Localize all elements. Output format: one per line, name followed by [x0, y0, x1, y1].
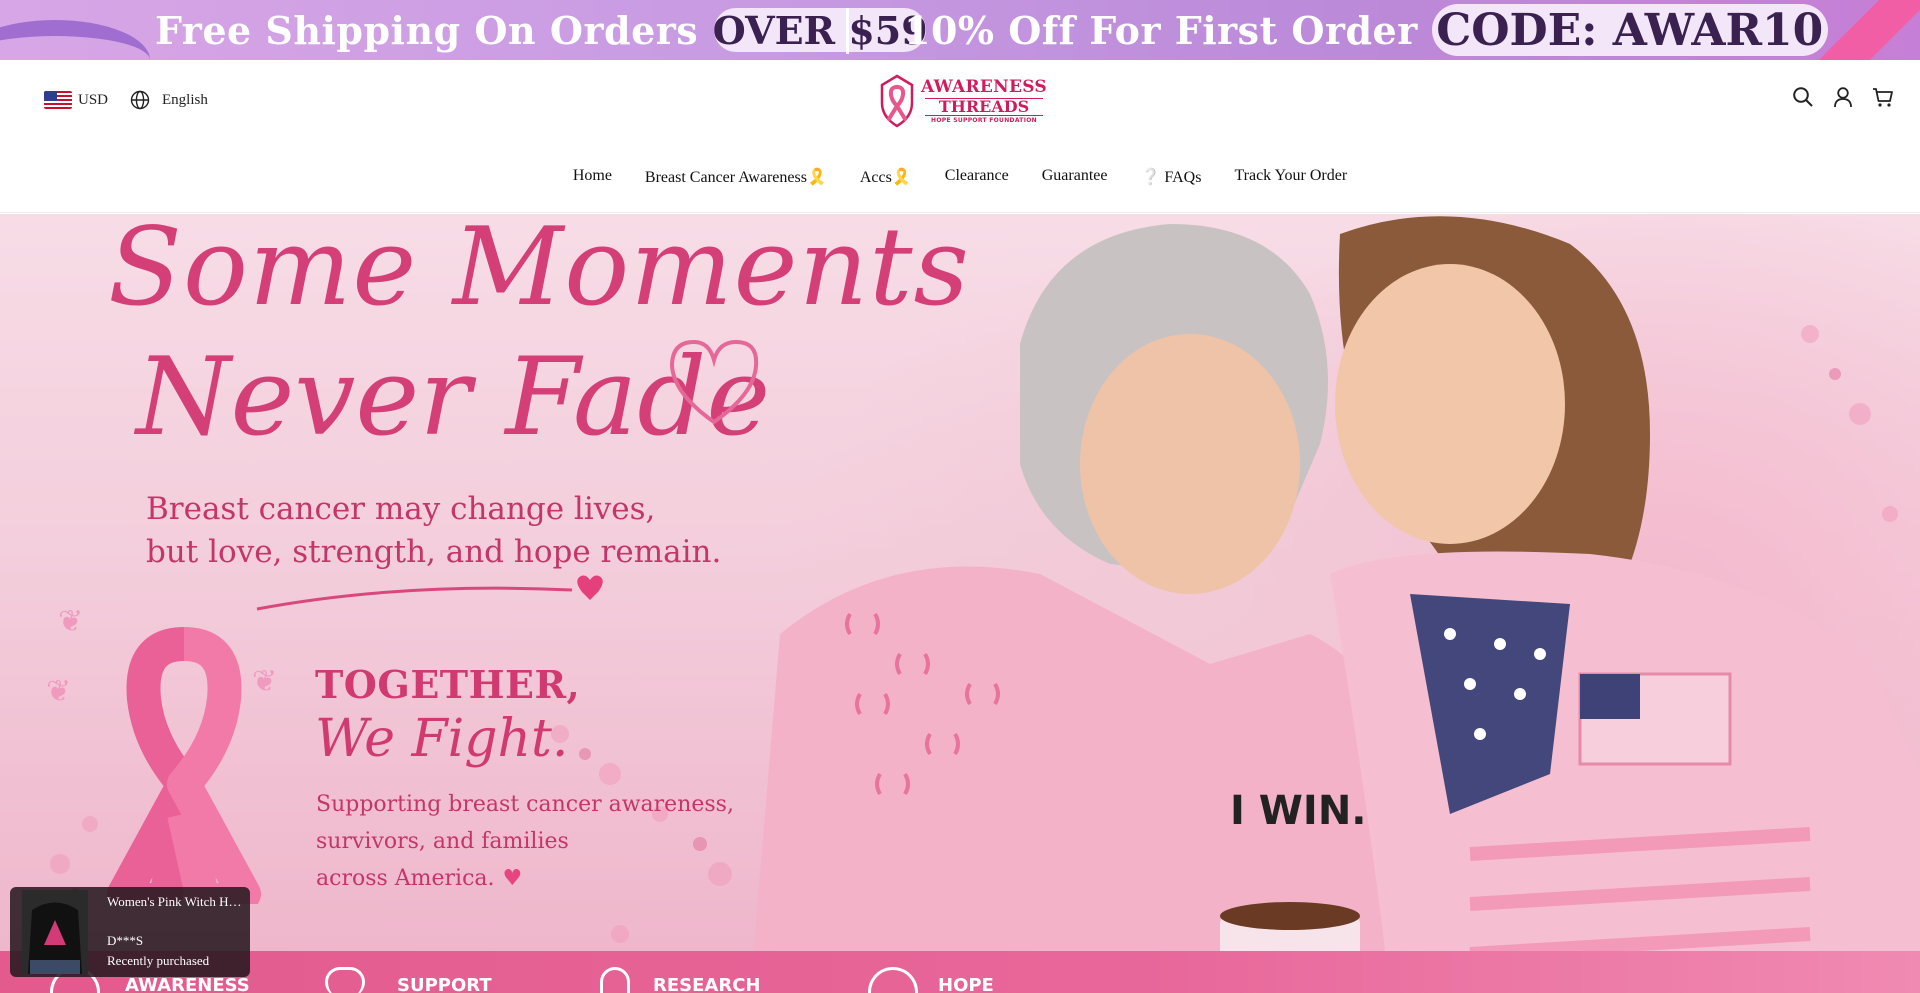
recent-purchase-toast[interactable]: Women's Pink Witch Hat Halloween Sweatsh…: [10, 887, 250, 977]
language-selector[interactable]: English: [162, 92, 208, 109]
search-icon[interactable]: [1792, 86, 1814, 108]
heart-outline-icon: [669, 339, 759, 425]
support-line2: survivors, and families: [316, 829, 569, 854]
strip-item-hope: HOPE: [938, 975, 994, 993]
support-line3: across America.: [316, 866, 495, 891]
announcement-bar: Free Shipping On Orders OVER $59 10% Off…: [0, 0, 1920, 60]
main-nav: Home Breast Cancer Awareness🎗️ Accs🎗️ Cl…: [0, 167, 1920, 187]
decorative-swash: [256, 575, 603, 611]
subline-line2: but love, strength, and hope remain.: [146, 534, 722, 570]
us-flag-icon: [44, 91, 72, 109]
decorative-swoosh: [0, 20, 150, 60]
together-line2: We Fight.: [315, 709, 569, 769]
account-icon[interactable]: [1832, 86, 1854, 108]
pink-ribbon-logo-icon: [880, 74, 914, 128]
hero-bottom-strip: AWARENESS SUPPORT RESEARCH HOPE: [0, 951, 1920, 993]
butterfly-icon: ❦: [58, 605, 84, 638]
hero-banner[interactable]: I WIN. Some Moments Never Fade Breast ca…: [0, 214, 1920, 993]
butterfly-icon: ❦: [46, 675, 72, 708]
support-icon: [325, 967, 365, 993]
nav-item-clearance[interactable]: Clearance: [945, 167, 1009, 187]
shipping-promo-pill: OVER $59: [712, 7, 928, 53]
locale-selector: USD English: [44, 90, 208, 110]
toast-status: Recently purchased: [107, 953, 210, 968]
globe-icon: [130, 90, 150, 110]
shipping-promo-text: Free Shipping On Orders: [155, 7, 699, 53]
nav-item-home[interactable]: Home: [573, 167, 612, 187]
header-actions: [1792, 86, 1894, 108]
site-header: USD English AWARENESS THREADS HOPE SUPPO…: [0, 60, 1920, 213]
toast-buyer: D***S: [107, 933, 144, 948]
subline-line1: Breast cancer may change lives,: [146, 491, 656, 527]
discount-code-pill: CODE: AWAR10: [1431, 4, 1828, 56]
product-thumbnail: [22, 890, 88, 974]
strip-item-support: SUPPORT: [397, 975, 492, 993]
nav-item-breast-cancer-awareness[interactable]: Breast Cancer Awareness🎗️: [645, 167, 827, 187]
heart-icon: ♥: [502, 866, 523, 891]
logo-line1: AWARENESS: [921, 76, 1047, 97]
support-message: Supporting breast cancer awareness, surv…: [316, 786, 734, 897]
logo-line2: THREADS: [925, 97, 1043, 116]
shipping-promo: Free Shipping On Orders OVER $59: [155, 0, 928, 60]
currency-selector[interactable]: USD: [78, 92, 108, 109]
discount-promo-text: 10% Off For First Order: [904, 7, 1418, 53]
research-icon: [600, 967, 630, 993]
headline-line1: Some Moments: [108, 214, 970, 330]
logo-line3: HOPE SUPPORT FOUNDATION: [931, 116, 1037, 124]
strip-item-research: RESEARCH: [653, 975, 761, 993]
cart-icon[interactable]: [1872, 86, 1894, 108]
nav-item-faqs[interactable]: ❔ FAQs: [1140, 167, 1201, 187]
headline-line2: Never Fade: [136, 335, 771, 460]
toast-product-title[interactable]: Women's Pink Witch Hat Halloween Sweatsh…: [107, 894, 242, 910]
hero-headline: Some Moments Never Fade: [108, 214, 970, 452]
together-line1: TOGETHER,: [315, 662, 581, 707]
strip-item-awareness: AWARENESS: [125, 975, 250, 993]
hope-heart-icon: [868, 967, 918, 993]
butterfly-icon: ❦: [252, 665, 278, 698]
shirt-text: I WIN.: [1230, 788, 1366, 834]
support-line1: Supporting breast cancer awareness,: [316, 792, 734, 817]
nav-item-track-order[interactable]: Track Your Order: [1234, 167, 1347, 187]
discount-promo: 10% Off For First Order CODE: AWAR10: [904, 0, 1828, 60]
promo-divider: [846, 8, 849, 54]
hero-subline: Breast cancer may change lives, but love…: [146, 488, 721, 574]
logo-wordmark: AWARENESS THREADS HOPE SUPPORT FOUNDATIO…: [921, 76, 1047, 124]
nav-item-accs[interactable]: Accs🎗️: [860, 167, 912, 187]
together-we-fight: TOGETHER, We Fight.: [315, 662, 580, 769]
nav-item-guarantee[interactable]: Guarantee: [1042, 167, 1108, 187]
site-logo[interactable]: AWARENESS THREADS HOPE SUPPORT FOUNDATIO…: [875, 72, 1047, 130]
